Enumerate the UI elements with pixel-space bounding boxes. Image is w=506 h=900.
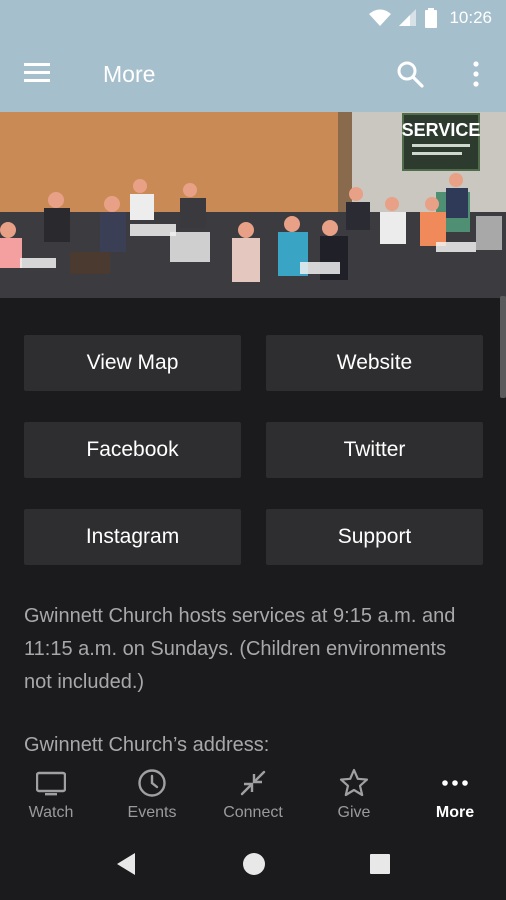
status-bar: 10:26 (0, 0, 506, 36)
hamburger-menu-icon (24, 63, 50, 82)
star-icon (339, 768, 369, 797)
back-triangle-icon (117, 853, 135, 875)
tv-icon (36, 771, 66, 796)
nav-item-events[interactable]: Events (102, 762, 202, 828)
twitter-button[interactable]: Twitter (266, 422, 483, 478)
instagram-button[interactable]: Instagram (24, 509, 241, 565)
nav-label-watch: Watch (28, 804, 74, 821)
wifi-icon (369, 9, 392, 26)
menu-button[interactable] (22, 60, 56, 90)
hero-image: SERVICE (0, 112, 506, 298)
nav-label-connect: Connect (223, 804, 283, 821)
system-navigation-bar (0, 828, 506, 900)
bottom-navigation: Watch Events Connect Give More (0, 762, 506, 828)
nav-label-more: More (435, 804, 475, 821)
search-icon (397, 61, 424, 88)
home-button[interactable] (240, 850, 268, 878)
overflow-menu-button[interactable] (466, 60, 486, 90)
page-title: More (103, 61, 156, 87)
app-bar: More (0, 36, 506, 112)
status-time: 10:26 (449, 8, 492, 27)
status-icons: 10:26 (369, 8, 492, 28)
support-button[interactable]: Support (266, 509, 483, 565)
recents-button[interactable] (366, 850, 394, 878)
cell-signal-icon (399, 9, 417, 26)
home-circle-icon (243, 853, 265, 875)
scrollbar-thumb[interactable] (500, 296, 506, 398)
nav-item-watch[interactable]: Watch (1, 762, 101, 828)
battery-icon (425, 8, 438, 28)
clock-icon (138, 769, 166, 797)
nav-item-more[interactable]: More (405, 762, 505, 828)
recents-square-icon (370, 854, 390, 874)
nav-item-give[interactable]: Give (304, 762, 404, 828)
website-button[interactable]: Website (266, 335, 483, 391)
nav-label-events: Events (127, 804, 177, 821)
view-map-button[interactable]: View Map (24, 335, 241, 391)
content-area[interactable]: SERVICE View Map Website Facebook Twitte… (0, 112, 506, 762)
service-times-text: Gwinnett Church hosts services at 9:15 a… (24, 605, 456, 693)
back-button[interactable] (113, 850, 141, 878)
more-vertical-icon (473, 61, 479, 87)
search-button[interactable] (396, 60, 426, 90)
hero-sign-text: SERVICE (402, 120, 481, 140)
nav-item-connect[interactable]: Connect (203, 762, 303, 828)
collapse-arrows-icon (240, 770, 266, 796)
nav-label-give: Give (337, 804, 371, 821)
more-dots-icon (442, 780, 468, 786)
address-heading: Gwinnett Church’s address: (24, 734, 270, 756)
facebook-button[interactable]: Facebook (24, 422, 241, 478)
